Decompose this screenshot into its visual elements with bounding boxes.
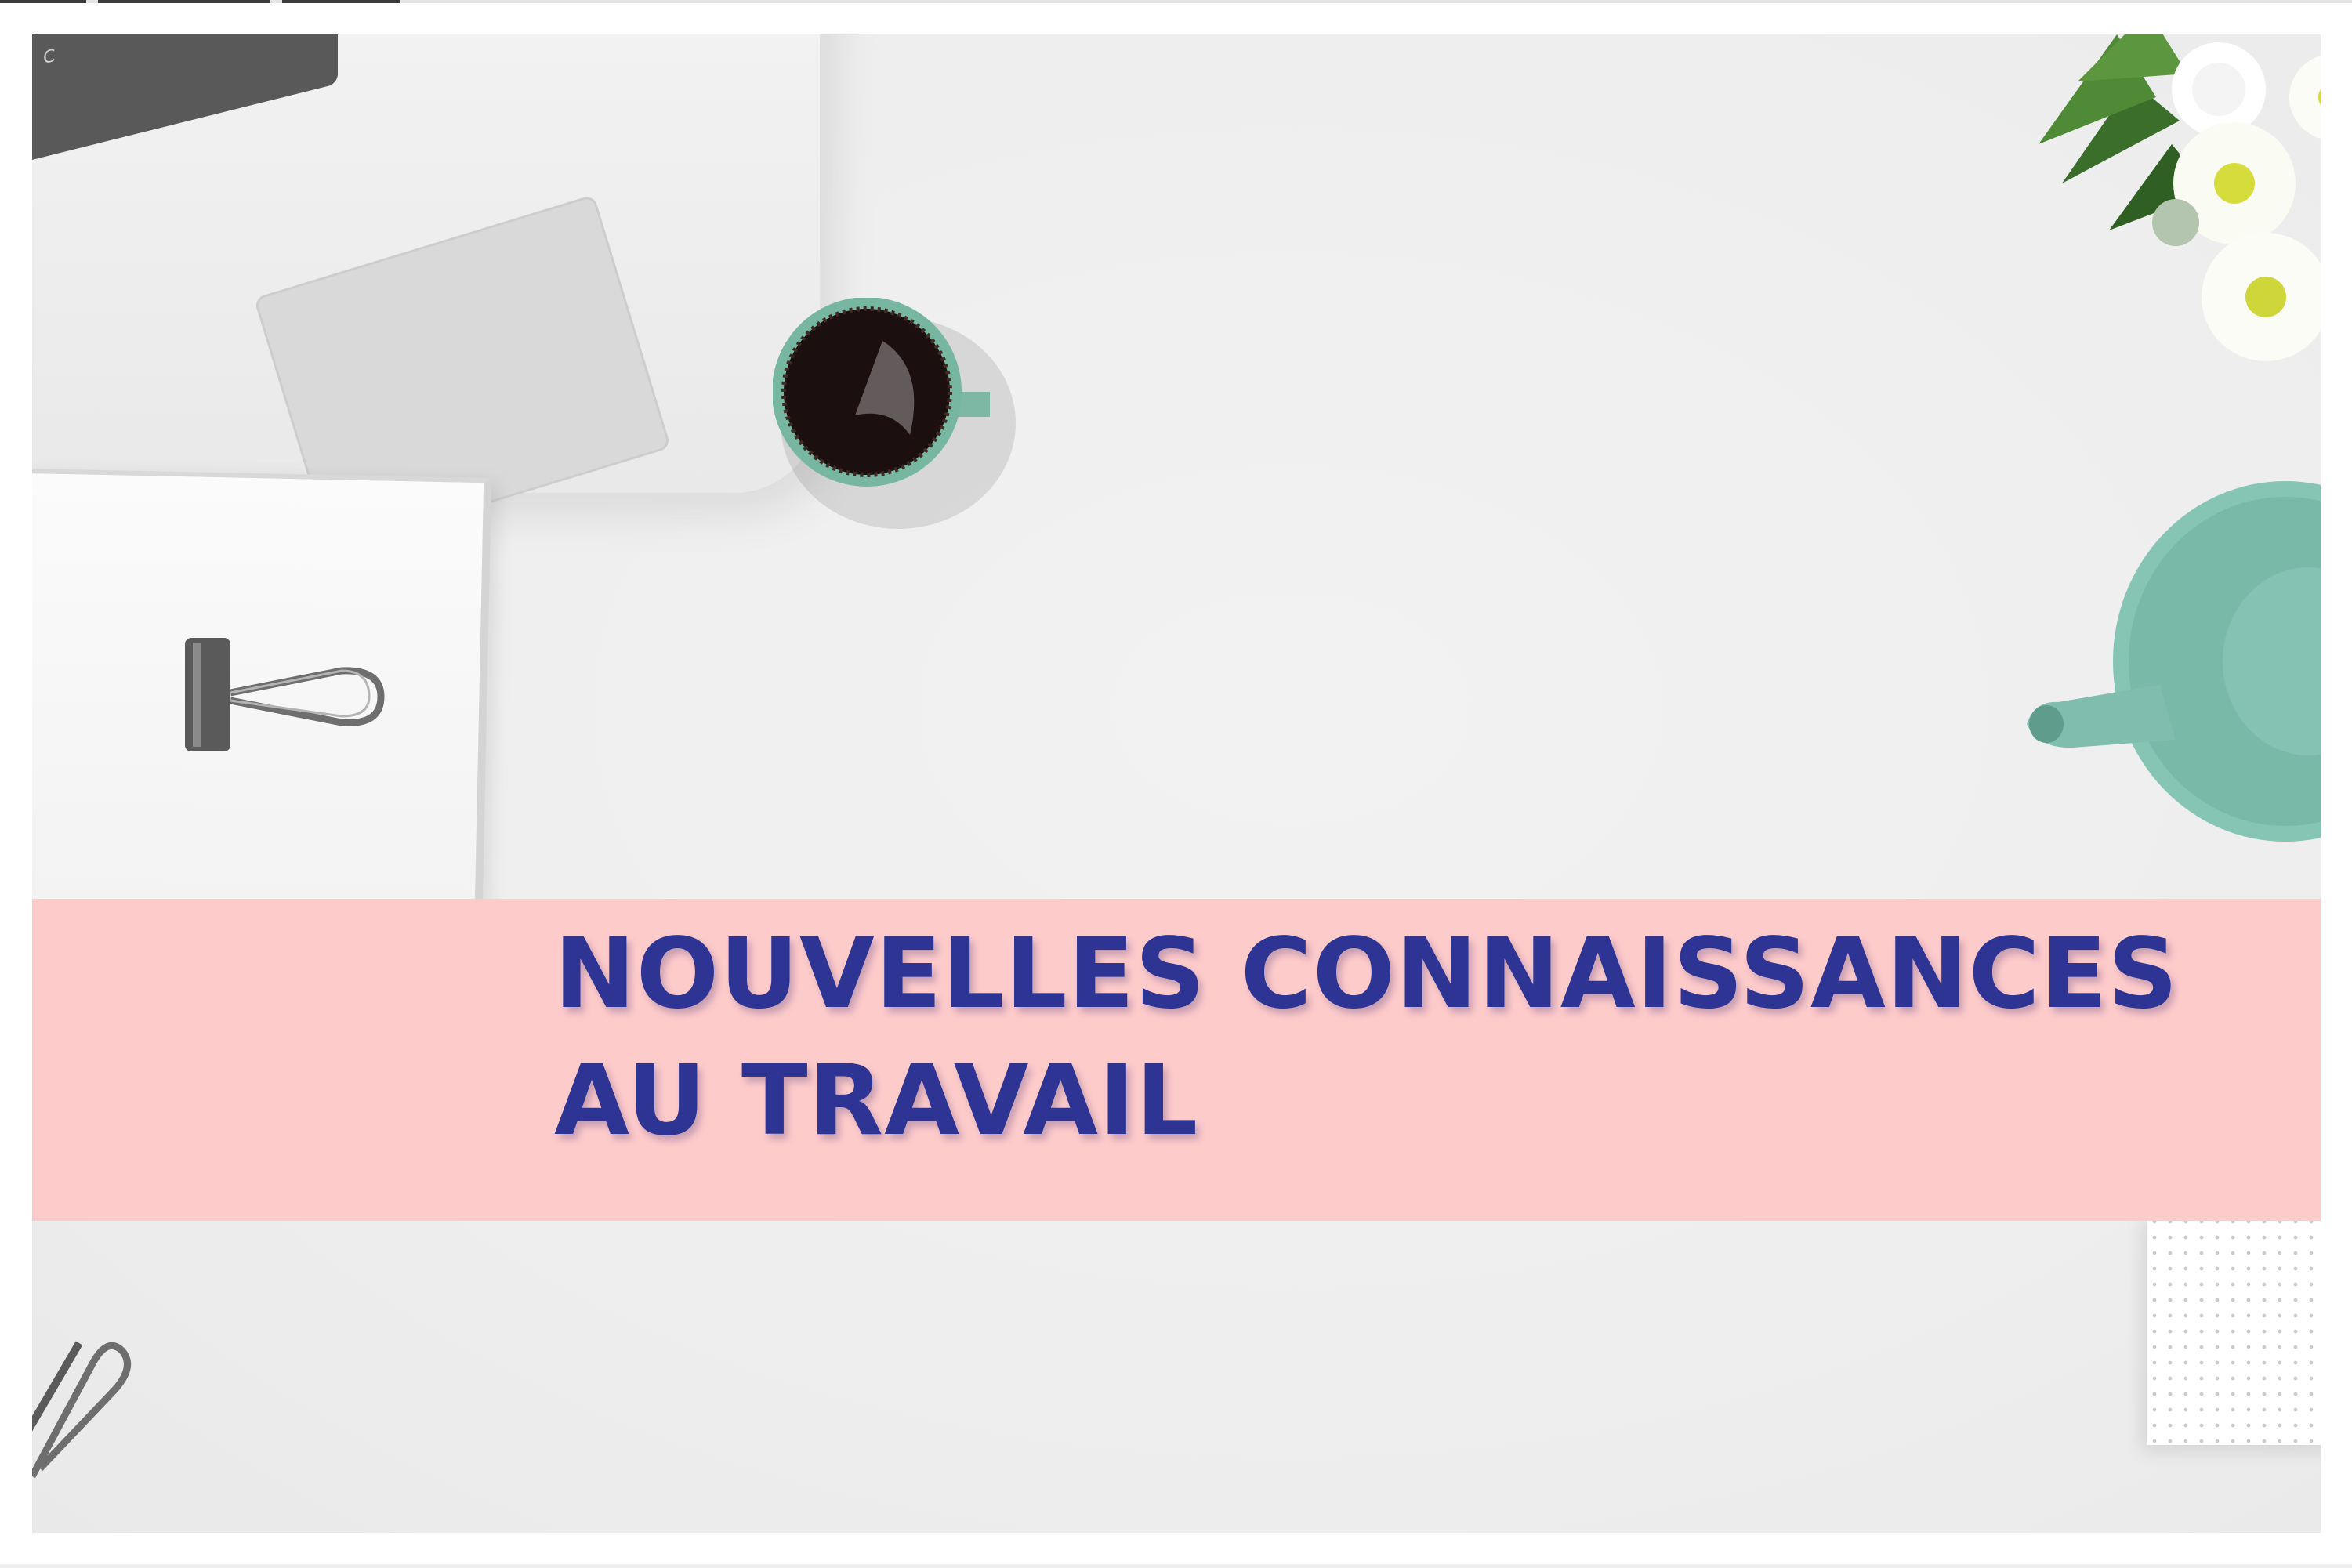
teapot-icon <box>2027 481 2321 842</box>
binder-clip-icon <box>185 638 385 751</box>
page-title: NOUVELLES CONNAISSANCES AU TRAVAIL <box>554 911 2278 1164</box>
bottom-edge-strip <box>0 1564 2352 1568</box>
notepad-image <box>2147 1214 2321 1445</box>
coffee-cup-icon <box>773 298 1016 529</box>
top-edge-dash <box>98 0 270 3</box>
hero-slide: C NOUVELLES CONNAISSANCES AU TRAVAIL <box>32 34 2321 1533</box>
top-edge-dash <box>282 0 400 3</box>
top-edge-strip <box>0 0 2352 3</box>
top-edge-dash <box>0 0 86 3</box>
binder-clip-icon <box>32 1341 132 1479</box>
flowers-icon <box>2039 34 2321 361</box>
title-line-2: AU TRAVAIL <box>554 1045 1199 1157</box>
laptop-keyboard: C <box>32 34 338 160</box>
title-line-1: NOUVELLES CONNAISSANCES <box>554 918 2179 1030</box>
laptop-key-label: C <box>43 45 56 69</box>
